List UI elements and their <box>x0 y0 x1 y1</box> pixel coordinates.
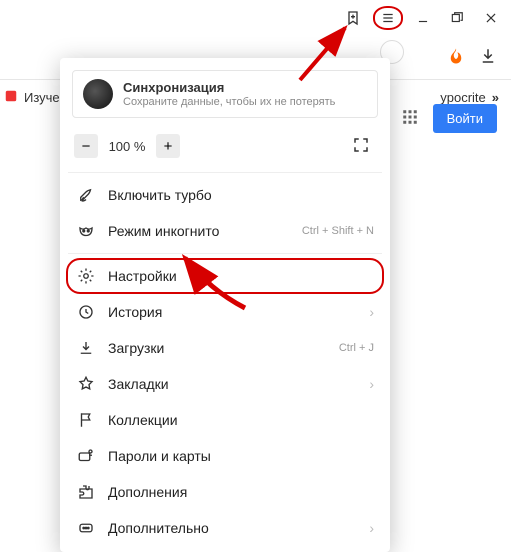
bookmarks-overflow[interactable]: » <box>492 90 499 105</box>
chevron-right-icon: › <box>369 304 374 320</box>
gear-icon <box>76 267 96 285</box>
menu-item-dots[interactable]: Дополнительно › <box>68 510 382 546</box>
menu-item-shortcut: Ctrl + J <box>339 342 374 354</box>
flag-icon <box>76 411 96 429</box>
zoom-value: 100 % <box>106 139 148 154</box>
clock-icon <box>76 303 96 321</box>
menu-item-puzzle[interactable]: Дополнения <box>68 474 382 510</box>
hamburger-menu-icon[interactable] <box>373 6 403 30</box>
download-icon[interactable] <box>479 47 497 68</box>
menu-item-label: Режим инкогнито <box>108 223 290 239</box>
mask-icon <box>76 222 96 240</box>
menu-item-download[interactable]: Загрузки Ctrl + J <box>68 330 382 366</box>
bookmark-item-left[interactable]: Изуче <box>24 90 60 105</box>
maximize-button[interactable] <box>443 4 471 32</box>
menu-item-label: История <box>108 304 357 320</box>
zoom-out-button[interactable]: − <box>74 134 98 158</box>
puzzle-icon <box>76 483 96 501</box>
bookmark-item-right[interactable]: ypocrite <box>440 90 486 105</box>
menu-item-star[interactable]: Закладки › <box>68 366 382 402</box>
chevron-right-icon: › <box>369 376 374 392</box>
menu-item-mask[interactable]: Режим инкогнито Ctrl + Shift + N <box>68 213 382 249</box>
menu-item-clock[interactable]: История › <box>68 294 382 330</box>
fullscreen-icon[interactable] <box>352 136 376 157</box>
sync-subtitle: Сохраните данные, чтобы их не потерять <box>123 96 335 108</box>
flame-icon[interactable] <box>447 47 465 68</box>
login-button[interactable]: Войти <box>433 104 497 133</box>
download-icon <box>76 339 96 357</box>
menu-item-key[interactable]: Пароли и карты <box>68 438 382 474</box>
main-menu-dropdown: Синхронизация Сохраните данные, чтобы их… <box>60 58 390 552</box>
minimize-button[interactable] <box>409 4 437 32</box>
chevron-right-icon: › <box>369 520 374 536</box>
menu-item-label: Коллекции <box>108 412 374 428</box>
bookmark-icon[interactable] <box>339 4 367 32</box>
menu-item-label: Загрузки <box>108 340 327 356</box>
sync-title: Синхронизация <box>123 80 335 95</box>
close-button[interactable] <box>477 4 505 32</box>
menu-item-shortcut: Ctrl + Shift + N <box>302 225 374 237</box>
menu-item-label: Настройки <box>108 268 374 284</box>
avatar <box>83 79 113 109</box>
menu-item-label: Включить турбо <box>108 187 374 203</box>
menu-item-gear[interactable]: Настройки <box>66 258 384 294</box>
sync-card[interactable]: Синхронизация Сохраните данные, чтобы их… <box>72 70 378 118</box>
star-icon <box>76 375 96 393</box>
menu-item-flag[interactable]: Коллекции <box>68 402 382 438</box>
menu-item-rocket[interactable]: Включить турбо <box>68 177 382 213</box>
key-icon <box>76 447 96 465</box>
menu-item-label: Дополнительно <box>108 520 357 536</box>
menu-item-label: Пароли и карты <box>108 448 374 464</box>
dots-icon <box>76 519 96 537</box>
rocket-icon <box>76 186 96 204</box>
apps-grid-icon[interactable] <box>401 108 419 129</box>
menu-item-label: Закладки <box>108 376 357 392</box>
site-favicon <box>4 89 18 106</box>
menu-item-label: Дополнения <box>108 484 374 500</box>
zoom-in-button[interactable]: + <box>156 134 180 158</box>
